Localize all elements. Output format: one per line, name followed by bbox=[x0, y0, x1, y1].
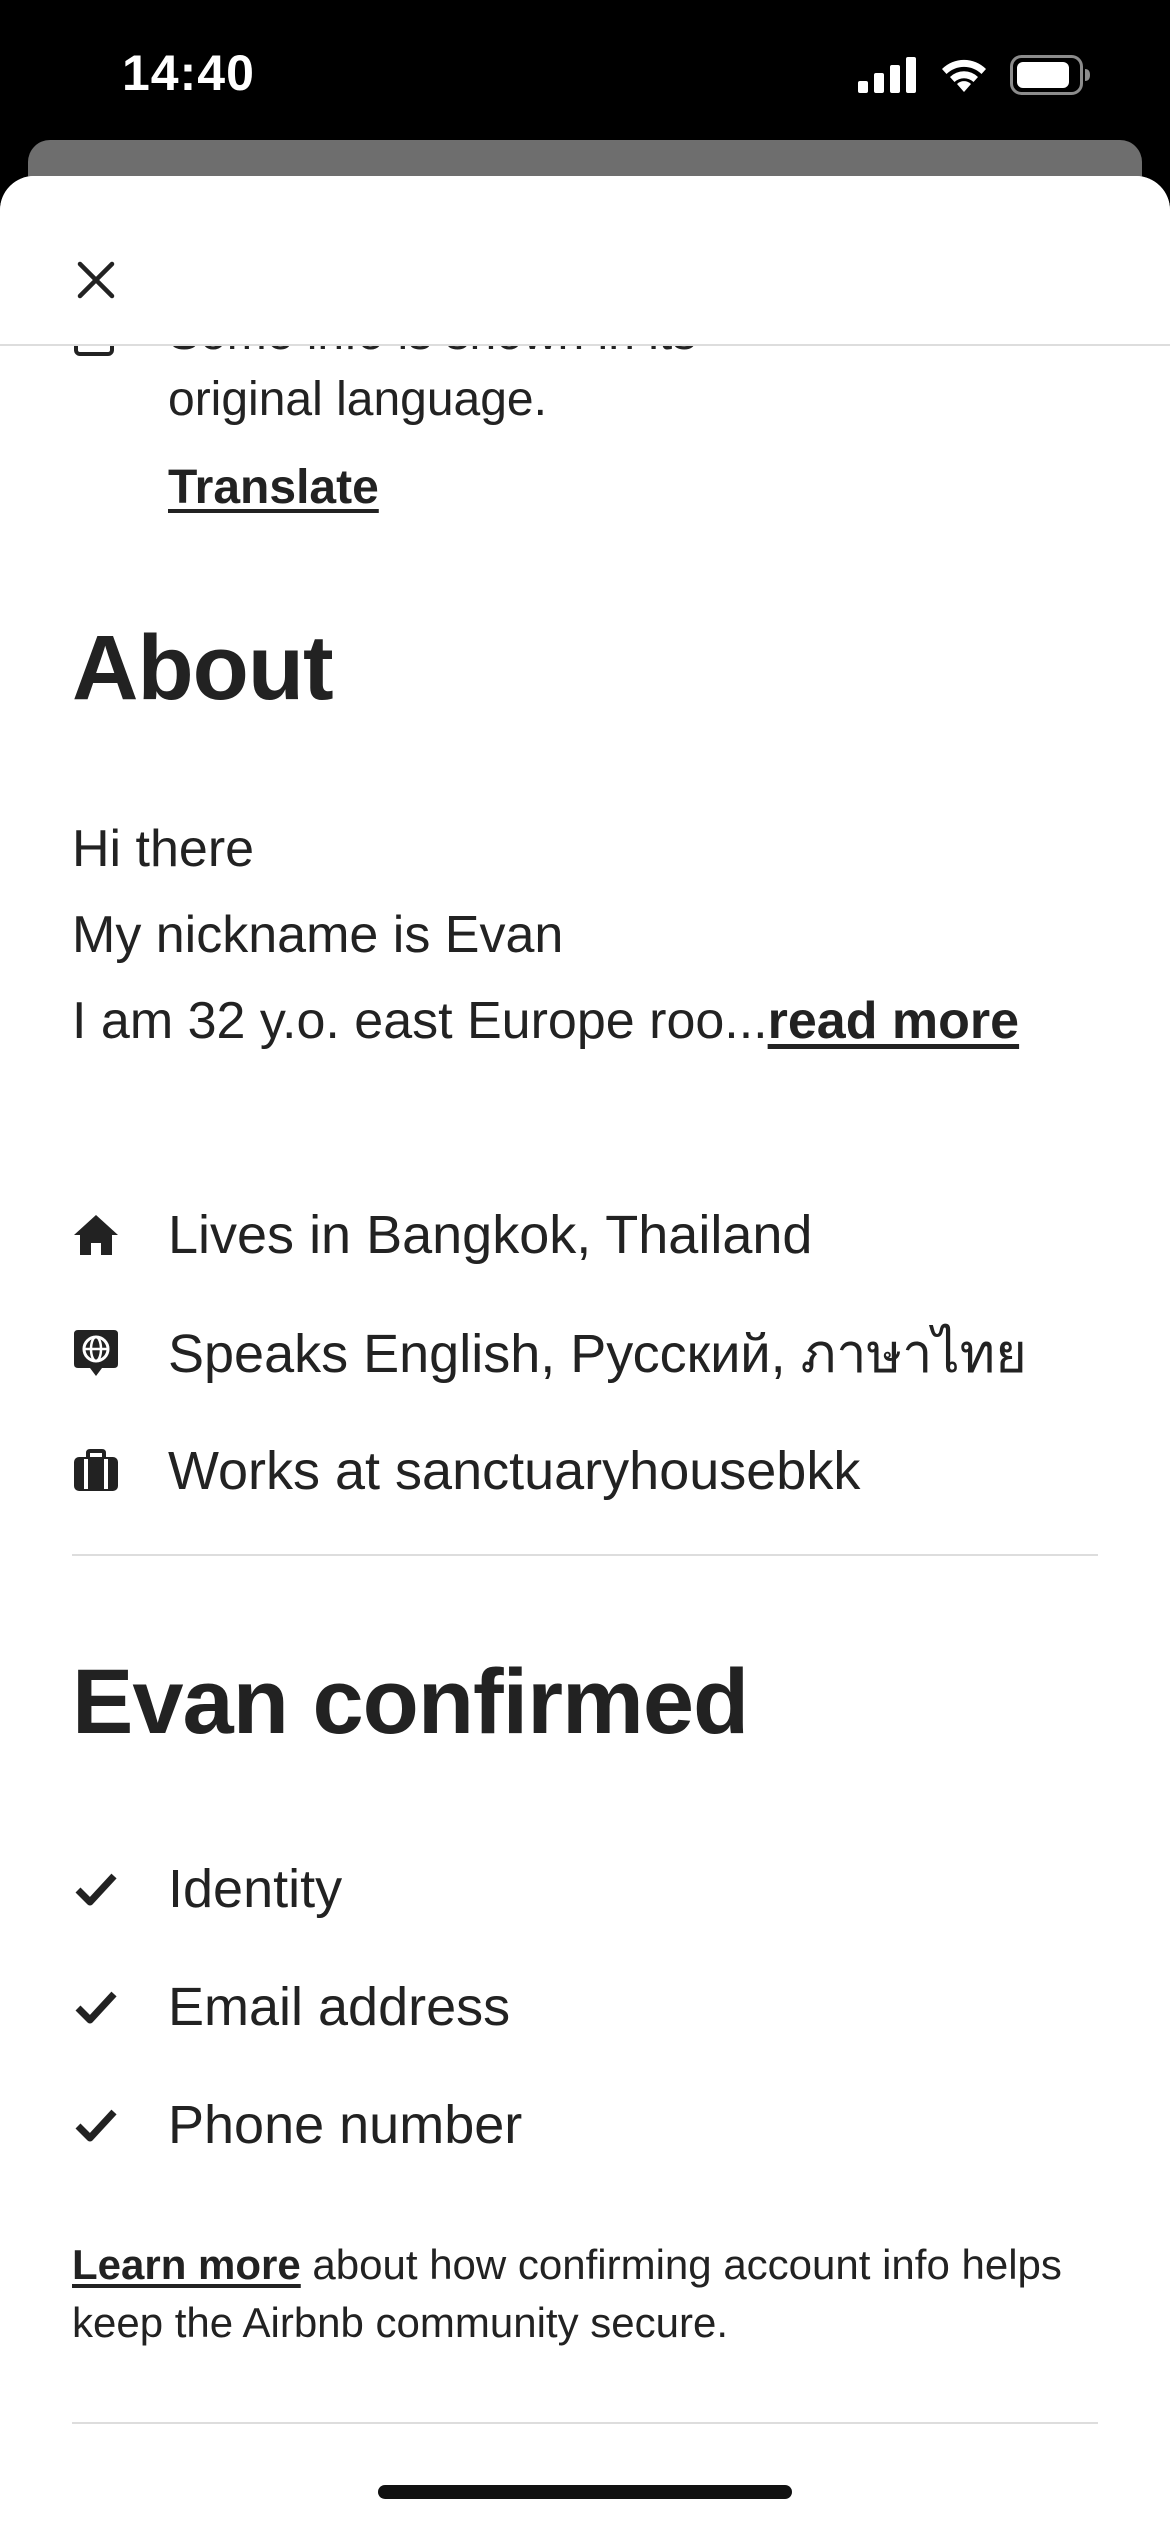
wifi-icon bbox=[938, 56, 990, 99]
language-icon bbox=[72, 1329, 120, 1377]
confirmed-item-label: Identity bbox=[168, 1859, 343, 1919]
translation-notice-text: original language. bbox=[168, 373, 547, 426]
confirmed-item-label: Email address bbox=[168, 1977, 511, 2037]
sheet-header bbox=[0, 176, 1170, 346]
check-icon bbox=[72, 1983, 120, 2031]
fact-text: Works at sanctuaryhousebkk bbox=[168, 1441, 861, 1501]
confirmed-item-label: Phone number bbox=[168, 2095, 523, 2155]
confirmed-item-email: Email address bbox=[72, 1948, 1102, 2066]
status-icons bbox=[858, 52, 1092, 102]
fact-text: Lives in Bangkok, Thailand bbox=[168, 1205, 813, 1265]
signal-icon bbox=[858, 56, 918, 98]
confirmed-heading: Evan confirmed bbox=[72, 1651, 749, 1753]
read-more-link[interactable]: read more bbox=[768, 992, 1019, 1050]
home-indicator[interactable] bbox=[378, 2485, 792, 2499]
close-button[interactable] bbox=[64, 248, 128, 312]
about-text: Hi there My nickname is Evan I am 32 y.o… bbox=[72, 806, 1102, 1064]
profile-facts: Lives in Bangkok, Thailand Speaks Englis… bbox=[72, 1176, 1102, 1530]
battery-icon bbox=[1010, 54, 1092, 100]
confirmed-list: Identity Email address Phone number bbox=[72, 1830, 1102, 2184]
translate-link[interactable]: Translate bbox=[168, 460, 379, 515]
confirmed-item-identity: Identity bbox=[72, 1830, 1102, 1948]
status-bar: 14:40 bbox=[0, 0, 1170, 140]
sheet-content: Some info is shown in its original langu… bbox=[0, 176, 1170, 2532]
about-heading: About bbox=[72, 617, 334, 719]
section-divider bbox=[72, 1554, 1098, 1556]
check-icon bbox=[72, 2101, 120, 2149]
profile-sheet: Some info is shown in its original langu… bbox=[0, 176, 1170, 2532]
close-icon bbox=[77, 261, 115, 299]
about-line: My nickname is Evan bbox=[72, 906, 564, 964]
briefcase-icon bbox=[72, 1447, 120, 1495]
about-line-truncated: I am 32 y.o. east Europe roo... bbox=[72, 992, 768, 1050]
home-icon bbox=[72, 1211, 120, 1259]
fact-works-at: Works at sanctuaryhousebkk bbox=[72, 1412, 1102, 1530]
about-line: I am 32 y.o. east Europe roo...read more bbox=[72, 978, 1102, 1064]
learn-more-link[interactable]: Learn more bbox=[72, 2241, 301, 2288]
confirmed-item-phone: Phone number bbox=[72, 2066, 1102, 2184]
check-icon bbox=[72, 1865, 120, 1913]
fact-lives-in: Lives in Bangkok, Thailand bbox=[72, 1176, 1102, 1294]
learn-more-note: Learn more about how confirming account … bbox=[72, 2236, 1112, 2352]
section-divider bbox=[72, 2422, 1098, 2424]
status-time: 14:40 bbox=[122, 45, 255, 101]
about-line: Hi there bbox=[72, 820, 255, 878]
fact-text: Speaks English, Русский, ภาษาไทย bbox=[168, 1324, 1027, 1384]
fact-speaks: Speaks English, Русский, ภาษาไทย bbox=[72, 1294, 1102, 1412]
